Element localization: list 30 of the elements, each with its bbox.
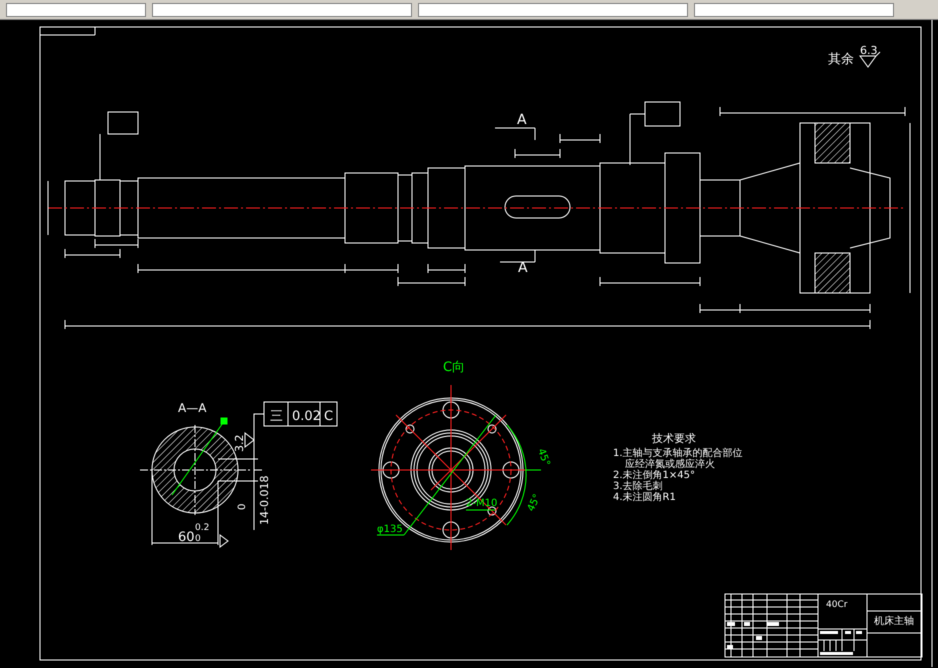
depth-dimension: 14-0.018 bbox=[258, 476, 271, 525]
section-title: A—A bbox=[178, 401, 206, 415]
requirement-text: 应经淬氮或感应淬火 bbox=[625, 459, 715, 470]
requirements-title: 技术要求 bbox=[652, 432, 696, 445]
linetype-dropdown[interactable] bbox=[418, 2, 688, 16]
upper-tolerance: 0 bbox=[237, 504, 248, 510]
roughness-value: 3.2 bbox=[233, 434, 246, 452]
tolerance-symbol: 三 bbox=[270, 409, 283, 424]
lineweight-dropdown[interactable] bbox=[694, 2, 894, 16]
angle-dimension: 45° bbox=[535, 447, 552, 468]
datum-label: C bbox=[324, 409, 334, 424]
layer-dropdown[interactable] bbox=[6, 2, 146, 16]
section-mark: A bbox=[518, 260, 528, 276]
material-label: 40Cr bbox=[826, 600, 848, 610]
roughness-value: 6.3 bbox=[860, 44, 878, 57]
color-dropdown[interactable] bbox=[152, 2, 412, 16]
tolerance-value: 0.02 bbox=[292, 409, 321, 424]
requirement-text: 3.去除毛刺 bbox=[613, 481, 663, 492]
width-dimension: 60 bbox=[178, 530, 195, 545]
lower-tolerance: 0 bbox=[195, 534, 201, 544]
roughness-label: 其余 bbox=[828, 52, 854, 67]
requirement-text: 4.未注圆角R1 bbox=[613, 492, 676, 503]
angle-dimension: 45° bbox=[526, 492, 544, 514]
upper-tolerance: 0.2 bbox=[195, 523, 210, 533]
diameter-dimension: φ135 bbox=[377, 524, 403, 535]
part-name: 机床主轴 bbox=[874, 616, 914, 627]
requirement-text: 2.未注倒角1×45° bbox=[613, 470, 696, 481]
section-mark: A bbox=[517, 112, 527, 128]
requirement-text: 1.主轴与支承轴承的配合部位 bbox=[613, 448, 743, 459]
view-title: C向 bbox=[443, 360, 466, 375]
